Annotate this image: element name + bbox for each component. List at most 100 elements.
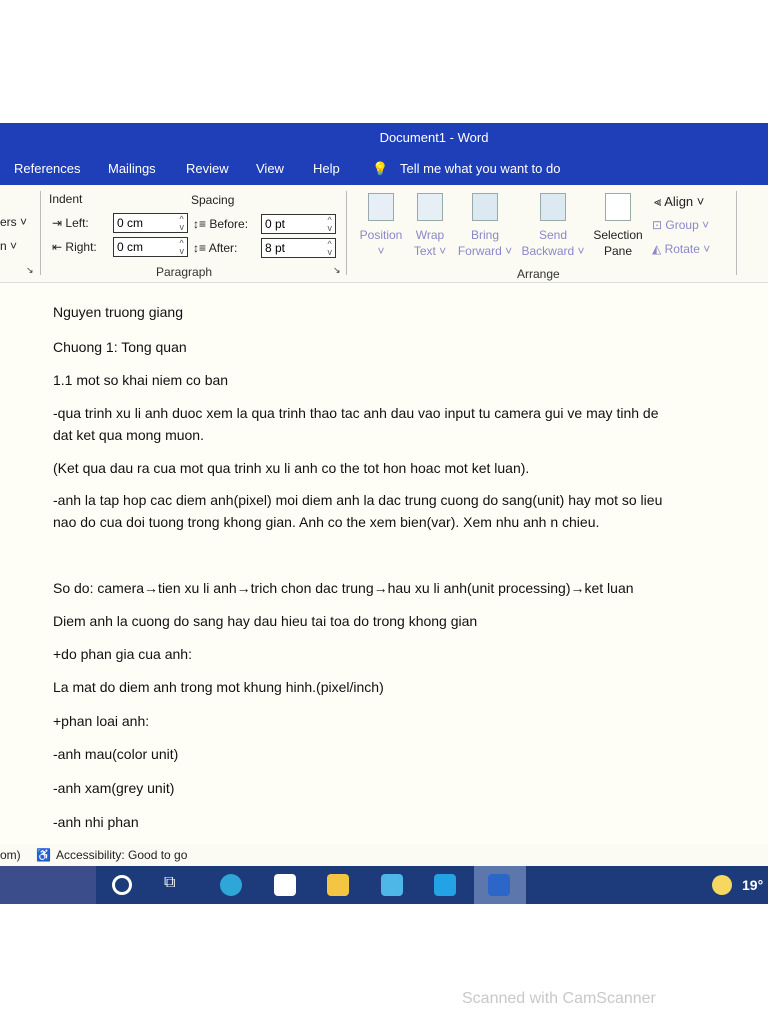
divider (40, 191, 41, 275)
doc-line: -anh mau(color unit) (53, 746, 179, 762)
word-taskbar-button[interactable] (474, 866, 526, 904)
dialog-launcher-icon[interactable]: ↘ (333, 265, 341, 276)
after-label-text: After: (208, 241, 238, 255)
vscode-icon[interactable] (434, 874, 456, 896)
align-button[interactable]: ⫷ Align ˅ (654, 194, 704, 210)
indent-right-value: 0 cm (117, 240, 144, 254)
status-cut-text: om) (0, 848, 21, 862)
spacing-before-value: 0 pt (265, 217, 286, 231)
indent-left-label: ⇥ Left: (52, 216, 89, 230)
bring-forward-icon (472, 193, 498, 221)
spinner-icon[interactable]: ^ v (180, 215, 185, 232)
doc-line: Nguyen truong giang (53, 304, 183, 320)
indent-left-icon: ⇥ (52, 216, 63, 230)
bring-label-2: Forward ˅ (457, 244, 513, 258)
tab-review[interactable]: Review (186, 161, 229, 176)
align-icon: ⫷ (654, 194, 662, 209)
doc-line: +phan loai anh: (53, 713, 150, 729)
doc-line: -qua trinh xu li anh duoc xem la qua tri… (53, 405, 659, 421)
document-page[interactable]: Nguyen truong giang Chuong 1: Tong quan … (0, 284, 768, 844)
doc-line: Chuong 1: Tong quan (53, 339, 187, 355)
title-bar: Document1 - Word References Mailings Rev… (0, 123, 768, 185)
send-backward-button[interactable]: Send Backward ˅ (518, 193, 588, 259)
accessibility-status[interactable]: Accessibility: Good to go (56, 848, 187, 862)
send-label: Send (538, 228, 568, 242)
taskbar: ⧉ 19° (0, 866, 768, 904)
cut-control-2[interactable]: n ˅ (0, 239, 17, 253)
tell-me-search[interactable]: Tell me what you want to do (400, 161, 560, 176)
group-label: Group ˅ (665, 218, 710, 232)
indent-right-label: ⇤ Right: (52, 240, 97, 254)
doc-line: nao do cua doi tuong trong khong gian. A… (53, 514, 600, 530)
selection-pane-icon (605, 193, 631, 221)
lightbulb-icon: 💡 (372, 161, 389, 176)
status-bar: om) ♿ Accessibility: Good to go (0, 844, 768, 866)
spacing-before-icon: ↕≡ (193, 217, 207, 231)
indent-right-icon: ⇤ (52, 240, 63, 254)
camscanner-watermark: Scanned with CamScanner (462, 990, 656, 1007)
doc-line: La mat do diem anh trong mot khung hinh.… (53, 679, 384, 695)
selection-label: Selection (593, 228, 643, 242)
indent-label: Indent (49, 192, 83, 206)
position-label: Position (359, 228, 403, 242)
doc-line: dat ket qua mong muon. (53, 427, 204, 443)
task-view-icon[interactable]: ⧉ (164, 874, 186, 896)
indent-right-input[interactable]: 0 cm ^ v (113, 237, 188, 257)
doc-line: -anh la tap hop cac diem anh(pixel) moi … (53, 492, 663, 508)
word-icon (488, 874, 510, 896)
cortana-icon[interactable] (112, 875, 132, 895)
dialog-launcher-icon[interactable]: ↘ (26, 265, 34, 276)
spacing-after-input[interactable]: 8 pt ^ v (261, 238, 336, 258)
selection-pane-button[interactable]: Selection Pane (590, 193, 646, 259)
file-explorer-icon[interactable] (327, 874, 349, 896)
wrap-text-button[interactable]: Wrap Text ˅ (410, 193, 450, 259)
divider (346, 191, 347, 275)
rotate-label: Rotate ˅ (664, 242, 711, 256)
paragraph-group-label: Paragraph (156, 265, 213, 279)
spacing-after-icon: ↕≡ (193, 241, 207, 255)
wrap-text-icon (417, 193, 443, 221)
bring-label: Bring (470, 228, 499, 242)
bring-forward-button[interactable]: Bring Forward ˅ (454, 193, 516, 259)
tab-references[interactable]: References (14, 161, 80, 176)
computer-icon[interactable] (381, 874, 403, 896)
doc-line: 1.1 mot so khai niem co ban (53, 372, 229, 388)
position-button[interactable]: Position ˅ (356, 193, 406, 259)
doc-line: -anh xam(grey unit) (53, 780, 175, 796)
spinner-icon[interactable]: ^ v (328, 216, 333, 233)
rotate-button[interactable]: ◭ Rotate ˅ (652, 242, 710, 256)
doc-line: Diem anh la cuong do sang hay dau hieu t… (53, 613, 478, 629)
tab-help[interactable]: Help (313, 161, 340, 176)
position-icon (368, 193, 394, 221)
group-icon: ⊡ (652, 218, 663, 232)
left-label-text: Left: (65, 216, 89, 230)
wrap-label: Wrap (415, 228, 445, 242)
wrap-label-2: Text ˅ (413, 244, 447, 258)
indent-left-input[interactable]: 0 cm ^ v (113, 213, 188, 233)
cut-control-1[interactable]: ers ˅ (0, 215, 27, 229)
group-button[interactable]: ⊡ Group ˅ (652, 218, 709, 232)
spacing-before-label: ↕≡ Before: (193, 217, 248, 231)
spinner-icon[interactable]: ^ v (180, 239, 185, 256)
tab-view[interactable]: View (256, 161, 284, 176)
doc-line: So do: camera→tien xu li anh→trich chon … (53, 580, 634, 596)
window-title: Document1 - Word (379, 130, 489, 145)
store-icon[interactable] (274, 874, 296, 896)
weather-icon[interactable] (712, 875, 732, 895)
spacing-before-input[interactable]: 0 pt ^ v (261, 214, 336, 234)
doc-line: (Ket qua dau ra cua mot qua trinh xu li … (53, 460, 530, 476)
indent-left-value: 0 cm (117, 216, 144, 230)
weather-temp[interactable]: 19° (742, 877, 763, 893)
ribbon: ers ˅ n ˅ ↘ Indent ⇥ Left: 0 cm ^ v ⇤ Righ… (0, 185, 768, 283)
taskbar-search-area[interactable] (0, 866, 96, 904)
tab-mailings[interactable]: Mailings (108, 161, 156, 176)
send-label-2: Backward ˅ (521, 244, 585, 258)
spacing-after-label: ↕≡ After: (193, 241, 237, 255)
spinner-icon[interactable]: ^ v (328, 240, 333, 257)
edge-icon[interactable] (220, 874, 242, 896)
doc-line: +do phan gia cua anh: (53, 646, 192, 662)
accessibility-icon: ♿ (36, 848, 51, 862)
divider (736, 191, 737, 275)
arrange-group-label: Arrange (517, 267, 560, 281)
selection-label-2: Pane (603, 244, 633, 258)
